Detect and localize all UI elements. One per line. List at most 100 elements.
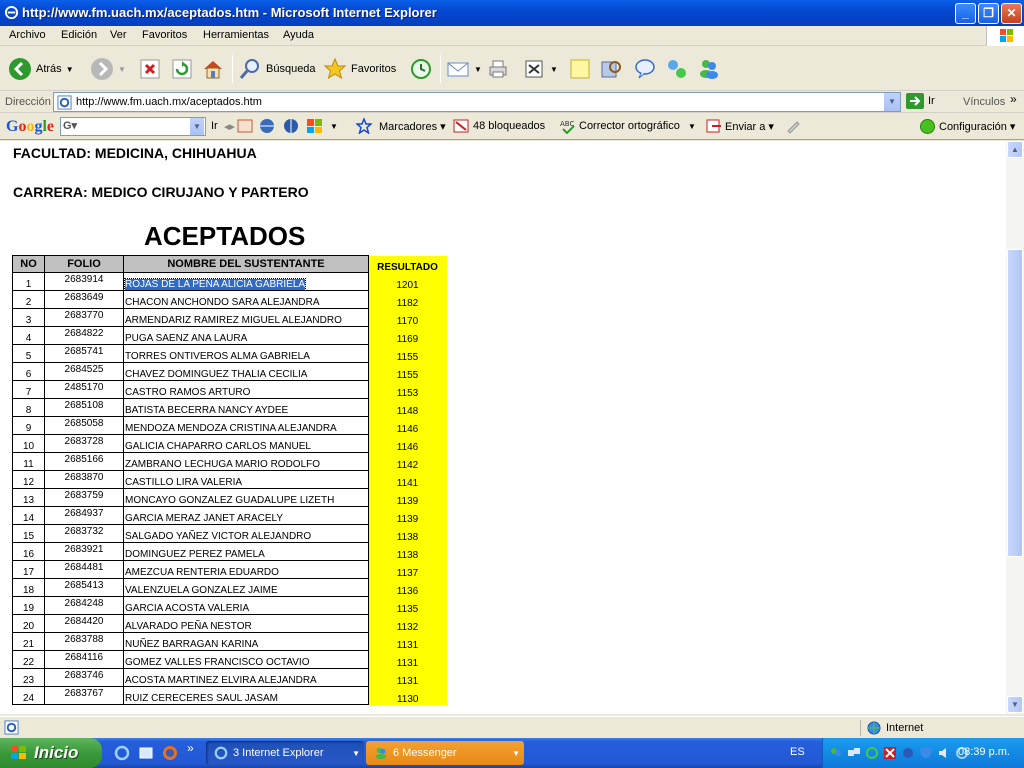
internet-explorer-icon[interactable] (114, 745, 130, 761)
taskbar: Inicio » 3 Internet Explorer ▼ 6 Messeng… (0, 738, 1024, 768)
back-arrow-icon (9, 58, 31, 80)
messenger-button[interactable] (697, 55, 721, 83)
notes-button[interactable] (568, 55, 592, 83)
go-button[interactable]: Ir (906, 93, 935, 109)
bookmarks-menu[interactable]: Marcadores ▾ (379, 120, 446, 133)
show-desktop-icon[interactable] (138, 745, 154, 761)
chevron-right-icon[interactable]: » (1010, 92, 1017, 106)
blog-icon[interactable] (237, 118, 253, 137)
stop-button[interactable] (138, 55, 162, 83)
taskbar-item-messenger[interactable]: 6 Messenger ▼ (366, 741, 524, 765)
menu-edicion[interactable]: Edición (61, 29, 97, 41)
scroll-up-button[interactable]: ▲ (1007, 141, 1023, 158)
cell-result: 1182 (368, 290, 447, 309)
send-to-menu[interactable]: Enviar a ▾ (725, 120, 774, 133)
chevron-down-icon[interactable]: ▼ (66, 65, 74, 74)
arrows-icon[interactable]: ◂▸ (224, 120, 235, 133)
table-row: 6 2684525 CHAVEZ DOMINGUEZ THALIA CECILIA 1… (12, 362, 447, 381)
address-url[interactable]: http://www.fm.uach.mx/aceptados.htm (76, 96, 262, 108)
shield-tray-icon[interactable] (919, 746, 933, 760)
vertical-scrollbar[interactable]: ▲ ▼ (1006, 141, 1024, 714)
title-bar[interactable]: http://www.fm.uach.mx/aceptados.htm - Mi… (0, 0, 1024, 26)
globe-icon[interactable] (283, 118, 299, 137)
chevron-down-icon[interactable]: ▼ (190, 118, 204, 135)
firefox-icon[interactable] (162, 745, 178, 761)
favorites-button[interactable]: Favoritos (323, 55, 396, 83)
research-button[interactable] (599, 55, 623, 83)
close-button[interactable]: ✕ (1001, 3, 1022, 24)
cell-name: PUGA SAENZ ANA LAURA (123, 326, 369, 345)
edit-button[interactable]: ▼ (522, 55, 558, 83)
table-row: 15 2683732 SALGADO YAÑEZ VICTOR ALEJANDRO 1… (12, 524, 447, 543)
chevron-down-icon[interactable]: ▼ (118, 65, 126, 74)
table-row: 5 2685741 TORRES ONTIVEROS ALMA GABRIELA 11… (12, 344, 447, 363)
taskbar-item-internet-explorer[interactable]: 3 Internet Explorer ▼ (206, 741, 364, 765)
menu-archivo[interactable]: Archivo (9, 29, 46, 41)
menu-ver[interactable]: Ver (110, 29, 127, 41)
chevron-down-icon[interactable]: ▼ (550, 65, 558, 74)
cell-result: 1148 (368, 398, 447, 417)
highlighter-icon[interactable] (785, 118, 801, 137)
history-button[interactable] (409, 55, 433, 83)
google-g-icon: G▾ (63, 120, 78, 132)
star-outline-icon[interactable] (355, 116, 373, 137)
search-button[interactable]: Búsqueda (238, 55, 316, 83)
spellcheck-icon: ABC (560, 118, 576, 137)
print-button[interactable] (486, 55, 510, 83)
globe-icon (867, 721, 881, 735)
back-button[interactable]: Atrás ▼ (8, 55, 74, 83)
address-input[interactable]: http://www.fm.uach.mx/aceptados.htm ▼ (53, 92, 901, 112)
settings-menu[interactable]: Configuración ▾ (939, 120, 1015, 133)
cell-name: CHACON ANCHONDO SARA ALEJANDRA (123, 290, 369, 309)
start-button[interactable]: Inicio (0, 738, 102, 768)
forward-button[interactable]: ▼ (90, 55, 126, 83)
scroll-thumb[interactable] (1007, 249, 1023, 557)
cell-name: ALVARADO PEÑA NESTOR (123, 614, 369, 633)
sites-icon[interactable] (306, 118, 324, 137)
internet-explorer-icon (4, 5, 19, 20)
menu-herramientas[interactable]: Herramientas (203, 29, 269, 41)
chat-bubble-icon (635, 59, 655, 79)
cell-folio: 2685166 (44, 452, 124, 471)
audio-tray-icon[interactable] (901, 746, 915, 760)
menu-ayuda[interactable]: Ayuda (283, 29, 314, 41)
discuss-button[interactable] (633, 55, 657, 83)
home-button[interactable] (201, 55, 225, 83)
note-icon (570, 59, 590, 79)
search-icon (239, 59, 259, 79)
cell-name: MONCAYO GONZALEZ GUADALUPE LIZETH (123, 488, 369, 507)
chevron-down-icon[interactable]: ▼ (688, 122, 696, 131)
globe-icon[interactable] (259, 118, 275, 137)
mail-button[interactable]: ▼ (446, 55, 482, 83)
minimize-button[interactable]: _ (955, 3, 976, 24)
volume-tray-icon[interactable] (937, 746, 951, 760)
cell-folio: 2684116 (44, 650, 124, 669)
chevron-right-icon[interactable]: » (187, 741, 194, 755)
scroll-down-button[interactable]: ▼ (1007, 696, 1023, 713)
popup-blocked-count[interactable]: 48 bloqueados (473, 120, 545, 132)
clock[interactable]: 08:39 p.m. (958, 746, 1010, 758)
language-indicator[interactable]: ES (790, 746, 805, 758)
refresh-tray-icon[interactable] (865, 746, 879, 760)
cell-result: 1137 (368, 560, 447, 579)
google-logo[interactable]: Google (6, 118, 54, 136)
chevron-down-icon[interactable]: ▼ (330, 122, 338, 131)
faculty-heading: FACULTAD: MEDICINA, CHIHUAHUA (13, 145, 257, 161)
refresh-button[interactable] (170, 55, 194, 83)
network-tray-icon[interactable] (847, 746, 861, 760)
cell-no: 9 (12, 416, 45, 435)
links-menu[interactable]: Vínculos (963, 96, 1005, 108)
connect-button[interactable] (665, 55, 689, 83)
google-search-input[interactable]: G▾ ▼ (60, 117, 206, 136)
cell-name: SALGADO YAÑEZ VICTOR ALEJANDRO (123, 524, 369, 543)
cell-folio: 2683921 (44, 542, 124, 561)
chevron-down-icon[interactable]: ▼ (883, 93, 900, 111)
messenger-tray-icon[interactable] (829, 746, 843, 760)
menu-favoritos[interactable]: Favoritos (142, 29, 187, 41)
google-go-button[interactable]: Ir (211, 120, 218, 132)
chevron-down-icon[interactable]: ▼ (474, 65, 482, 74)
standard-toolbar: Atrás ▼ ▼ Búsqueda Favoritos ▼ ▼ (0, 47, 1024, 91)
maximize-button[interactable]: ❐ (978, 3, 999, 24)
spellcheck-button[interactable]: Corrector ortográfico (579, 120, 680, 132)
antivirus-tray-icon[interactable] (883, 746, 897, 760)
